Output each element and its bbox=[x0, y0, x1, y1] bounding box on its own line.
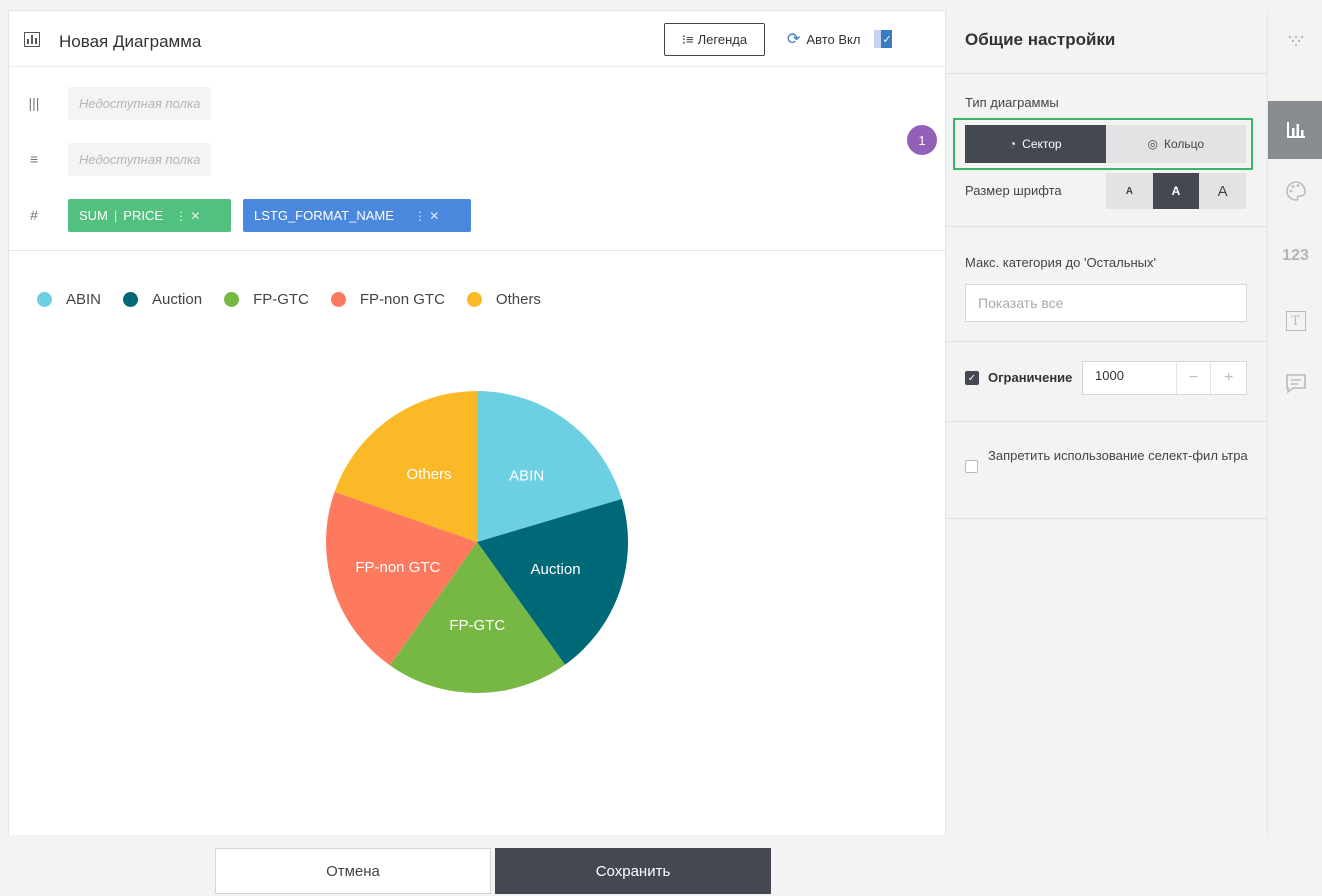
limit-checkbox[interactable]: ✓ bbox=[965, 371, 979, 385]
chart-legend: ABIN Auction FP-GTC FP-non GTC Others bbox=[37, 291, 563, 308]
settings-title: Общие настройки bbox=[965, 30, 1116, 49]
legend-item[interactable]: Auction bbox=[123, 291, 202, 308]
measure-agg: SUM bbox=[79, 208, 108, 223]
limit-stepper: 1000 − + bbox=[1082, 361, 1247, 395]
font-size-large[interactable]: A bbox=[1199, 173, 1247, 209]
chart-type-highlight bbox=[953, 118, 1253, 170]
shelf-measures: # SUM | PRICE ⋮ ✕ LSTG_FORMAT_NAME ⋮ ✕ bbox=[9, 198, 947, 234]
pie-data-label: FP-GTC bbox=[449, 617, 505, 634]
decrement-button[interactable]: − bbox=[1177, 362, 1212, 394]
number-format-icon[interactable]: 123 bbox=[1268, 227, 1322, 285]
measure-pill[interactable]: SUM | PRICE ⋮ ✕ bbox=[68, 199, 231, 232]
palette-icon[interactable] bbox=[1268, 162, 1322, 220]
divider bbox=[946, 73, 1267, 74]
font-size-small[interactable]: A bbox=[1106, 173, 1153, 209]
save-button[interactable]: Сохранить bbox=[495, 848, 771, 894]
legend-swatch bbox=[123, 292, 139, 307]
pie-chart: ABIN Auction FP-GTC FP-non GTC Others bbox=[326, 391, 628, 693]
legend-label: FP-non GTC bbox=[359, 291, 445, 308]
text-icon[interactable]: T bbox=[1268, 292, 1322, 350]
sync-icon: ⟳ bbox=[787, 31, 801, 48]
legend-label: ABIN bbox=[66, 291, 102, 308]
pie-data-label: Auction bbox=[531, 561, 581, 578]
legend-swatch bbox=[37, 292, 52, 307]
chart-type-label: Тип диаграммы bbox=[965, 95, 1059, 110]
legend-button[interactable]: ⁝≡ Легенда bbox=[664, 23, 765, 56]
divider bbox=[946, 518, 1267, 519]
chart-title[interactable]: Новая Диаграмма bbox=[59, 32, 201, 52]
cancel-button[interactable]: Отмена bbox=[215, 848, 491, 894]
deny-select-filter-label: Запретить использование селект-фил ьтра bbox=[988, 448, 1248, 463]
legend-item[interactable]: FP-GTC bbox=[224, 291, 309, 308]
legend-item[interactable]: Others bbox=[466, 291, 541, 308]
legend-swatch bbox=[224, 292, 240, 307]
drag-dots-icon[interactable] bbox=[1268, 12, 1322, 70]
app: Новая Диаграмма ⁝≡ Легенда ⟳ Авто Вкл ✓ … bbox=[0, 0, 1322, 896]
divider bbox=[9, 250, 947, 251]
font-size-label: Размер шрифта bbox=[965, 183, 1062, 198]
limit-value-input[interactable]: 1000 bbox=[1083, 362, 1177, 394]
divider bbox=[946, 421, 1267, 422]
legend-button-label: Легенда bbox=[697, 32, 748, 47]
legend-swatch bbox=[330, 292, 346, 307]
auto-toggle[interactable]: ⟳ Авто Вкл ✓ bbox=[787, 29, 893, 49]
chart-settings-icon[interactable] bbox=[1268, 101, 1322, 159]
pill-menu-close-icon[interactable]: ⋮ ✕ bbox=[414, 209, 439, 223]
legend-item[interactable]: ABIN bbox=[37, 291, 101, 308]
shelf-rows: ≡ Недоступная полка bbox=[9, 142, 947, 178]
legend-label: Auction bbox=[152, 291, 203, 308]
columns-icon: ||| bbox=[28, 95, 40, 111]
hash-icon: # bbox=[30, 207, 38, 223]
divider bbox=[946, 341, 1267, 342]
comment-icon[interactable] bbox=[1268, 354, 1322, 412]
dimension-field: LSTG_FORMAT_NAME bbox=[254, 208, 394, 223]
pie-data-label: FP-non GTC bbox=[355, 559, 440, 576]
bar-chart-icon bbox=[24, 32, 40, 47]
unavailable-shelf: Недоступная полка bbox=[68, 143, 212, 176]
legend-item[interactable]: FP-non GTC bbox=[330, 291, 445, 308]
increment-button[interactable]: + bbox=[1211, 362, 1246, 394]
rows-icon: ≡ bbox=[29, 151, 39, 167]
shelf-columns: ||| Недоступная полка bbox=[9, 86, 947, 122]
legend-swatch bbox=[466, 292, 482, 307]
auto-label: Авто Вкл bbox=[806, 31, 861, 47]
list-icon: ⁝≡ bbox=[681, 31, 694, 47]
limit-label: Ограничение bbox=[988, 370, 1073, 385]
legend-label: Others bbox=[495, 291, 541, 308]
font-size-selector: A A A bbox=[1106, 173, 1247, 209]
deny-select-filter-checkbox[interactable] bbox=[965, 460, 978, 473]
measure-field: PRICE bbox=[123, 208, 164, 223]
pill-separator: | bbox=[113, 208, 118, 223]
pie-data-label: ABIN bbox=[509, 467, 544, 484]
legend-label: FP-GTC bbox=[253, 291, 309, 308]
auto-checkbox[interactable]: ✓ bbox=[874, 30, 893, 48]
editor-header: Новая Диаграмма ⁝≡ Легенда ⟳ Авто Вкл ✓ bbox=[9, 11, 947, 67]
max-category-label: Макс. категория до 'Остальных' bbox=[965, 255, 1156, 270]
dimension-pill[interactable]: LSTG_FORMAT_NAME ⋮ ✕ bbox=[243, 199, 471, 232]
unavailable-shelf: Недоступная полка bbox=[68, 87, 212, 120]
divider bbox=[946, 226, 1267, 227]
step-marker: 1 bbox=[907, 125, 937, 155]
max-category-input[interactable]: Показать все bbox=[965, 284, 1247, 322]
pill-menu-close-icon[interactable]: ⋮ ✕ bbox=[175, 209, 200, 223]
font-size-medium[interactable]: A bbox=[1152, 173, 1200, 209]
pie-data-label: Others bbox=[407, 466, 452, 483]
settings-icon-rail: 123 T bbox=[1267, 10, 1322, 835]
